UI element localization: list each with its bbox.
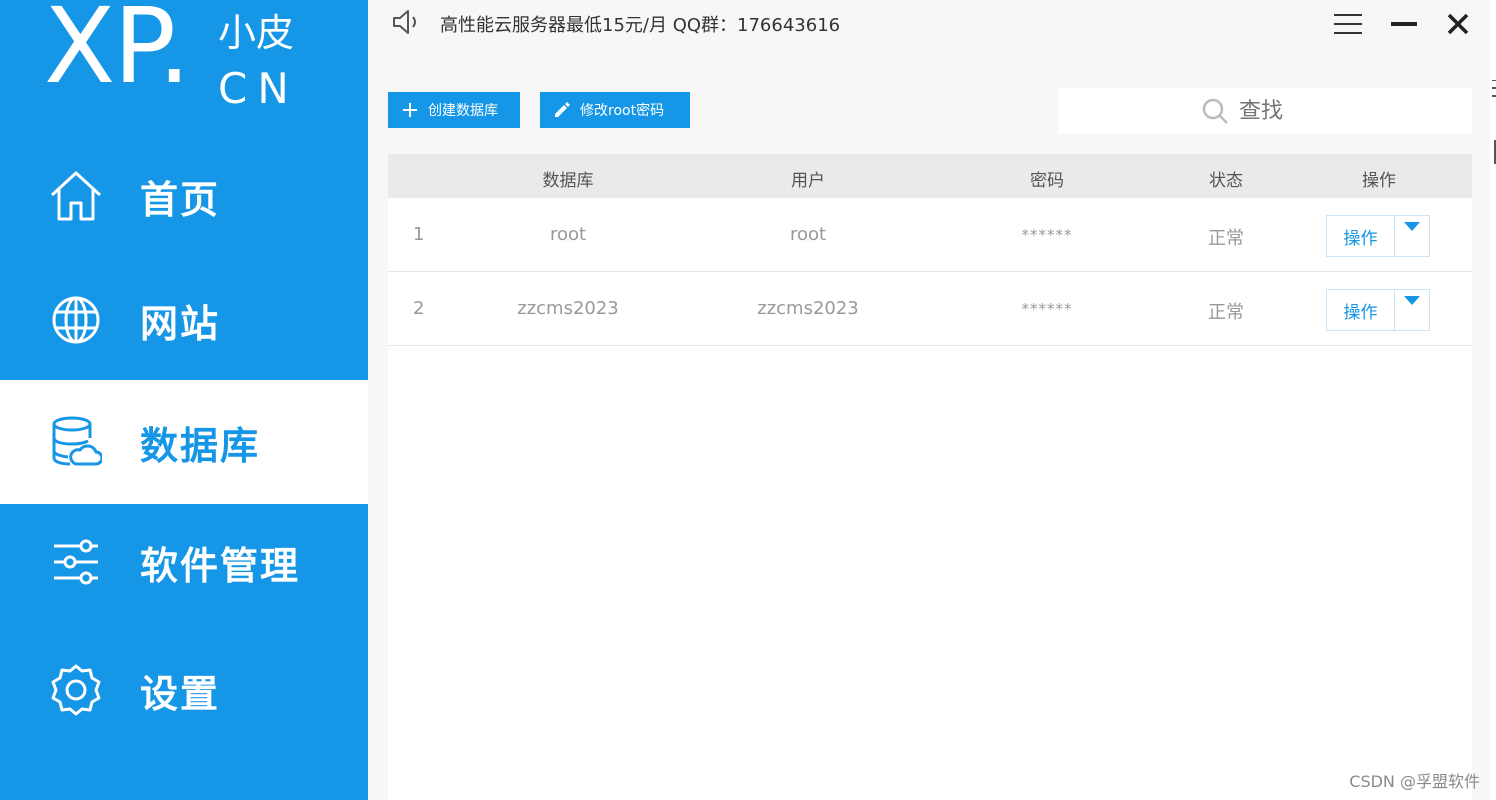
row-action-button[interactable]: 操作 [1327, 216, 1395, 256]
column-header-password: 密码 [1030, 171, 1064, 191]
row-index: 2 [413, 298, 425, 319]
row-status: 正常 [1208, 228, 1244, 249]
sidebar-item-software[interactable]: 软件管理 [0, 500, 368, 624]
sidebar-item-label: 数据库 [140, 423, 261, 468]
dropdown-triangle-icon[interactable] [1395, 216, 1429, 256]
column-header-action: 操作 [1362, 171, 1396, 191]
speaker-icon [390, 6, 422, 38]
create-database-button[interactable]: 创建数据库 [388, 92, 520, 128]
main-panel: 高性能云服务器最低15元/月 QQ群：176643616 创建数据库 修改roo… [368, 0, 1496, 800]
plus-icon [400, 100, 420, 120]
table-row: 1 root root ****** 正常 操作 [388, 198, 1472, 272]
row-user: zzcms2023 [757, 298, 859, 319]
sidebar-item-database[interactable]: 数据库 [0, 380, 368, 504]
sidebar-item-label: 首页 [140, 177, 221, 222]
column-header-user: 用户 [791, 171, 825, 191]
search-icon [1201, 97, 1229, 125]
sidebar: XP. 小皮 CN 首页 网站 数据库 软件管理 设置 [0, 0, 368, 800]
sidebar-item-label: 软件管理 [140, 543, 301, 588]
table-header: 数据库 用户 密码 状态 操作 [388, 154, 1472, 198]
logo-bottom-text: CN [218, 64, 299, 113]
close-icon[interactable] [1442, 8, 1474, 40]
search-box[interactable] [1058, 88, 1472, 134]
notice-text: 高性能云服务器最低15元/月 QQ群：176643616 [440, 15, 841, 36]
row-user: root [789, 224, 827, 245]
logo-main-text: XP. [44, 0, 191, 107]
watermark-text: CSDN @孚盟软件 [1349, 772, 1480, 791]
edge-mark [1492, 80, 1496, 164]
dropdown-triangle-icon[interactable] [1395, 290, 1429, 330]
sidebar-item-website[interactable]: 网站 [0, 258, 368, 382]
window-edge [1490, 0, 1496, 800]
title-bar: 高性能云服务器最低15元/月 QQ群：176643616 [368, 0, 1496, 50]
table-row: 2 zzcms2023 zzcms2023 ****** 正常 操作 [388, 272, 1472, 346]
sidebar-item-settings[interactable]: 设置 [0, 628, 368, 752]
sliders-icon [48, 534, 104, 590]
change-root-password-button[interactable]: 修改root密码 [540, 92, 690, 128]
sidebar-item-label: 网站 [140, 301, 221, 346]
home-icon [48, 168, 104, 224]
row-action-group: 操作 [1326, 289, 1430, 331]
gear-icon [48, 662, 104, 718]
search-input[interactable] [1239, 98, 1329, 124]
row-index: 1 [413, 224, 425, 245]
row-action-group: 操作 [1326, 215, 1430, 257]
row-action-button[interactable]: 操作 [1327, 290, 1395, 330]
column-header-status: 状态 [1209, 171, 1243, 191]
row-password: ****** [1021, 300, 1073, 318]
sidebar-item-label: 设置 [140, 671, 221, 716]
row-database: root [549, 224, 587, 245]
globe-icon [48, 292, 104, 348]
logo: XP. 小皮 CN [44, 0, 304, 114]
database-table: 数据库 用户 密码 状态 操作 1 root root ****** 正常 操作… [388, 154, 1472, 800]
sidebar-item-home[interactable]: 首页 [0, 134, 368, 258]
change-root-password-label: 修改root密码 [580, 103, 665, 119]
row-database: zzcms2023 [517, 298, 619, 319]
menu-icon[interactable] [1332, 8, 1364, 40]
column-header-database: 数据库 [542, 171, 594, 191]
row-password: ****** [1021, 226, 1073, 244]
create-database-label: 创建数据库 [428, 103, 498, 119]
database-icon [48, 414, 104, 470]
minimize-icon[interactable] [1388, 8, 1420, 40]
row-status: 正常 [1208, 302, 1244, 323]
logo-top-text: 小皮 [218, 11, 295, 55]
pencil-icon [552, 100, 572, 120]
